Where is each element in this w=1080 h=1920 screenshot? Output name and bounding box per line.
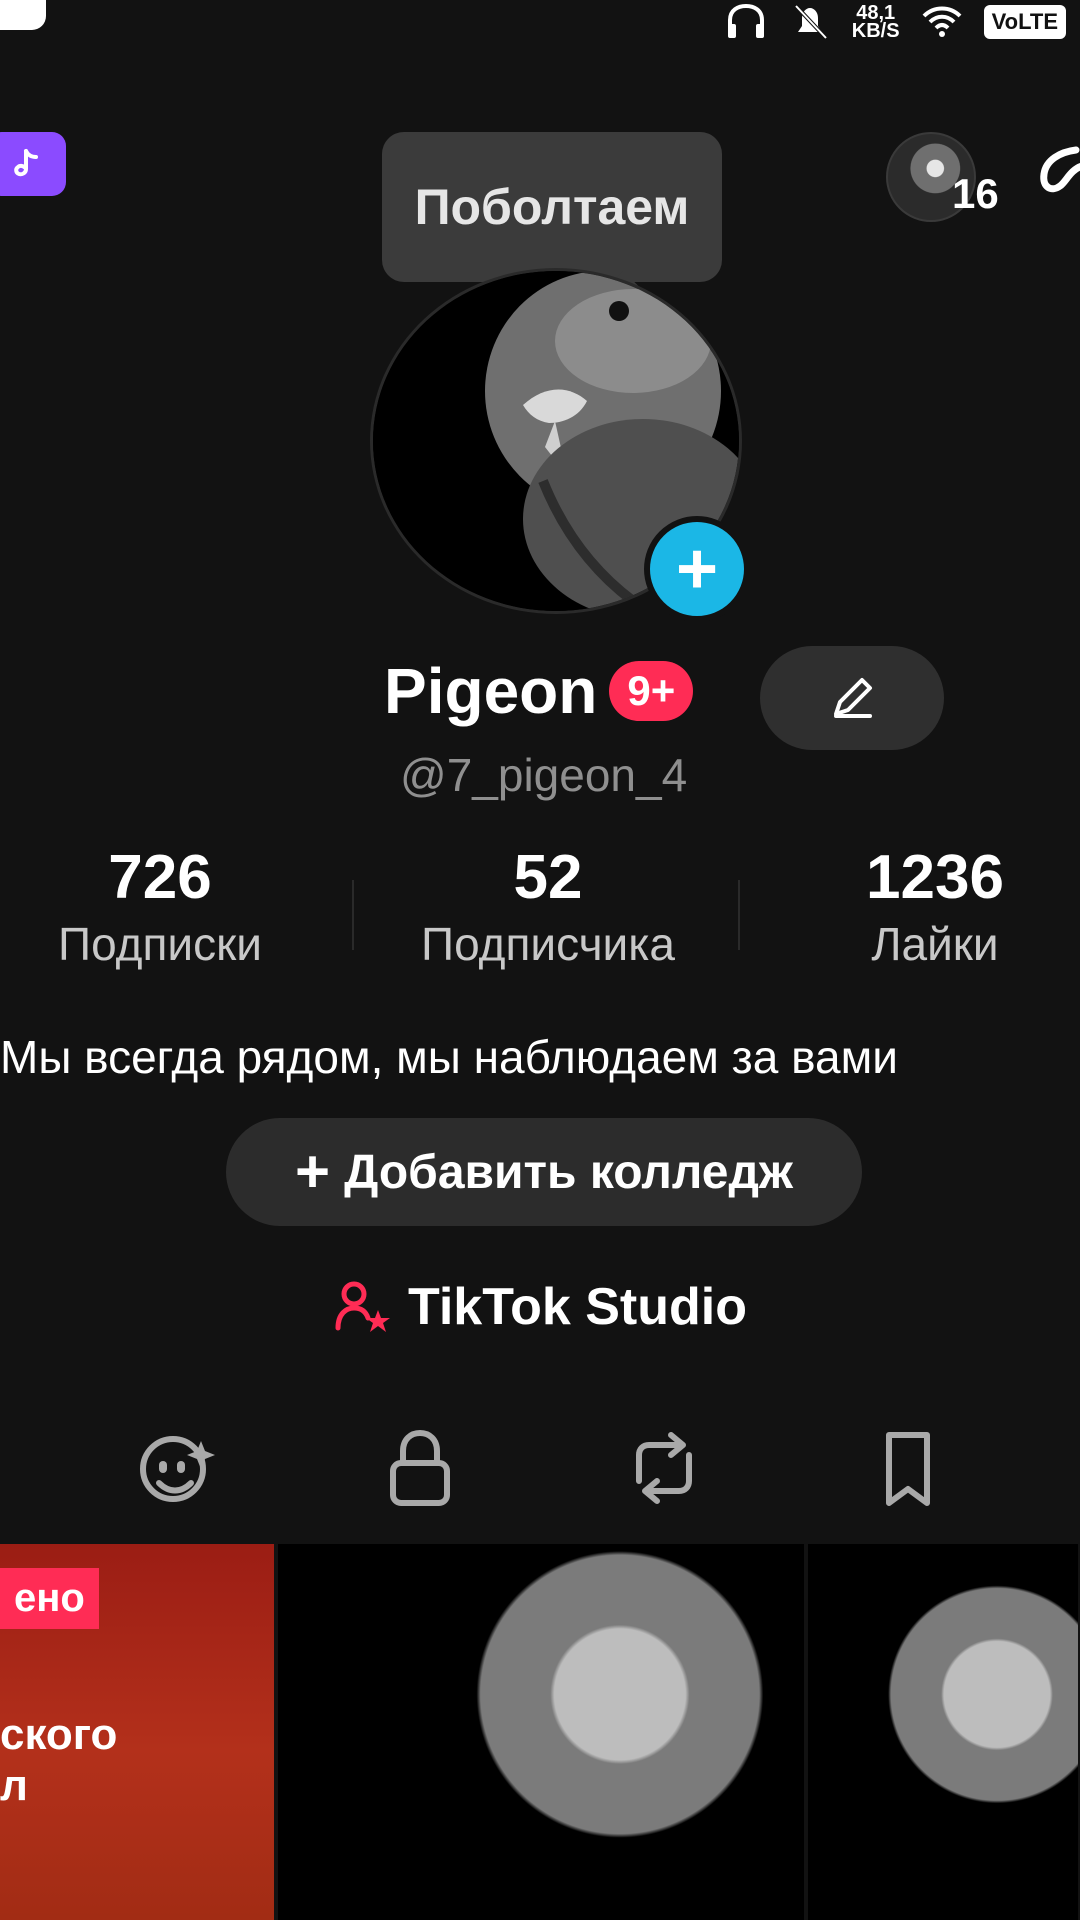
volte-indicator: VoLTE: [983, 5, 1066, 39]
footprint-icon[interactable]: [1036, 130, 1080, 210]
add-college-button[interactable]: + Добавить колледж: [226, 1118, 862, 1226]
stat-followers-label: Подписчика: [421, 918, 675, 970]
profile-bio: Мы всегда рядом, мы наблюдаем за вами: [0, 1031, 898, 1083]
stat-likes-value: 1236: [866, 843, 1004, 912]
lock-icon: [390, 1429, 450, 1506]
bookmark-icon: [886, 1432, 930, 1506]
bell-muted-icon: [794, 4, 828, 40]
stats-divider: [738, 880, 740, 950]
edit-profile-button[interactable]: [760, 646, 944, 750]
status-bar-chat-icon: [0, 0, 46, 30]
add-avatar-button[interactable]: +: [644, 516, 750, 622]
friends-count: 16: [952, 170, 999, 217]
wifi-icon: [922, 6, 962, 37]
video-tile[interactable]: [278, 1544, 804, 1920]
video-tile-title-line1: ского: [0, 1710, 118, 1759]
video-tile-title: ского л: [0, 1710, 117, 1811]
status-bar: 48,1 KB/S VoLTE: [724, 0, 1066, 44]
stat-followers-value: 52: [513, 843, 583, 912]
stat-likes-label: Лайки: [871, 918, 999, 970]
profile-name: Pigeon: [384, 655, 598, 727]
add-college-label: Добавить колледж: [344, 1145, 793, 1199]
stats-divider: [352, 880, 354, 950]
video-grid: ено ского л: [0, 1544, 1080, 1920]
video-tile[interactable]: [808, 1544, 1078, 1920]
stat-following-value: 726: [108, 843, 212, 912]
stat-following[interactable]: 726 Подписки: [40, 842, 280, 971]
video-tile[interactable]: ено ского л: [0, 1544, 274, 1920]
notification-badge[interactable]: 9+: [609, 661, 694, 721]
tab-private[interactable]: [372, 1420, 468, 1516]
tab-posts[interactable]: [130, 1420, 226, 1516]
tab-reposts[interactable]: [616, 1420, 712, 1516]
video-tile-title-line2: л: [0, 1760, 28, 1810]
video-tile-tag: ено: [0, 1568, 99, 1629]
network-speed: 48,1 KB/S: [851, 3, 900, 42]
pencil-icon: [834, 678, 872, 718]
profile-handle: @7_pigeon_4: [400, 749, 688, 801]
tiktok-icon: [14, 149, 38, 177]
stat-followers[interactable]: 52 Подписчика: [398, 842, 698, 971]
smile-sparkle-icon: [140, 1436, 215, 1502]
tab-favorites[interactable]: [860, 1420, 956, 1516]
headphones-battery-icon: [727, 3, 764, 38]
tiktok-studio-link[interactable]: TikTok Studio: [332, 1276, 747, 1338]
stat-following-label: Подписки: [58, 918, 262, 970]
studio-user-star-icon: [335, 1281, 390, 1332]
profile-name-row: Pigeon 9+: [384, 654, 694, 728]
plus-icon: +: [295, 1138, 331, 1205]
chat-tooltip[interactable]: Поболтаем: [382, 132, 722, 282]
stat-likes[interactable]: 1236 Лайки: [820, 842, 1050, 971]
tiktok-badge-button[interactable]: [0, 132, 66, 196]
network-speed-unit: KB/S: [851, 20, 900, 42]
tiktok-studio-label: TikTok Studio: [408, 1278, 747, 1336]
repost-icon: [636, 1432, 692, 1504]
